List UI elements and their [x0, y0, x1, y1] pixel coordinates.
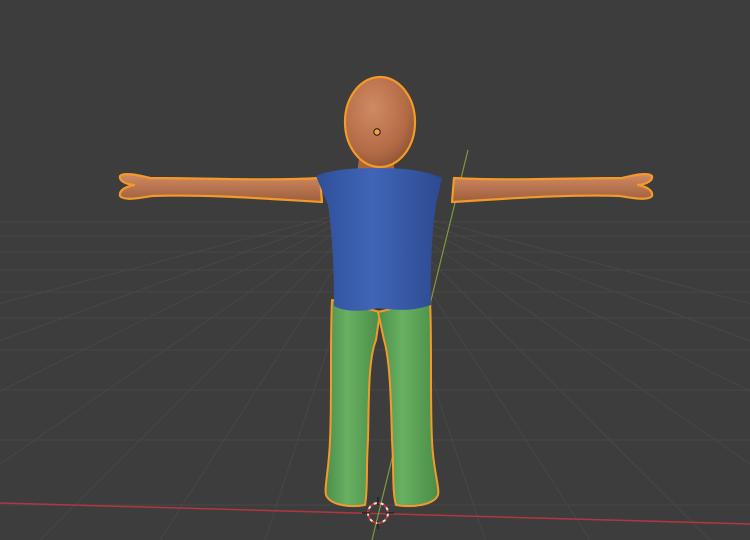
left-leg[interactable] — [324, 299, 381, 508]
head[interactable] — [343, 75, 417, 169]
x-axis-line — [0, 502, 750, 525]
right-leg[interactable] — [377, 299, 440, 508]
torso-shirt[interactable] — [316, 168, 442, 311]
left-arm[interactable] — [118, 172, 324, 204]
object-origin-dot — [373, 128, 381, 136]
3d-viewport[interactable] — [0, 0, 750, 540]
right-arm[interactable] — [450, 172, 654, 204]
viewport-canvas[interactable] — [0, 0, 750, 540]
